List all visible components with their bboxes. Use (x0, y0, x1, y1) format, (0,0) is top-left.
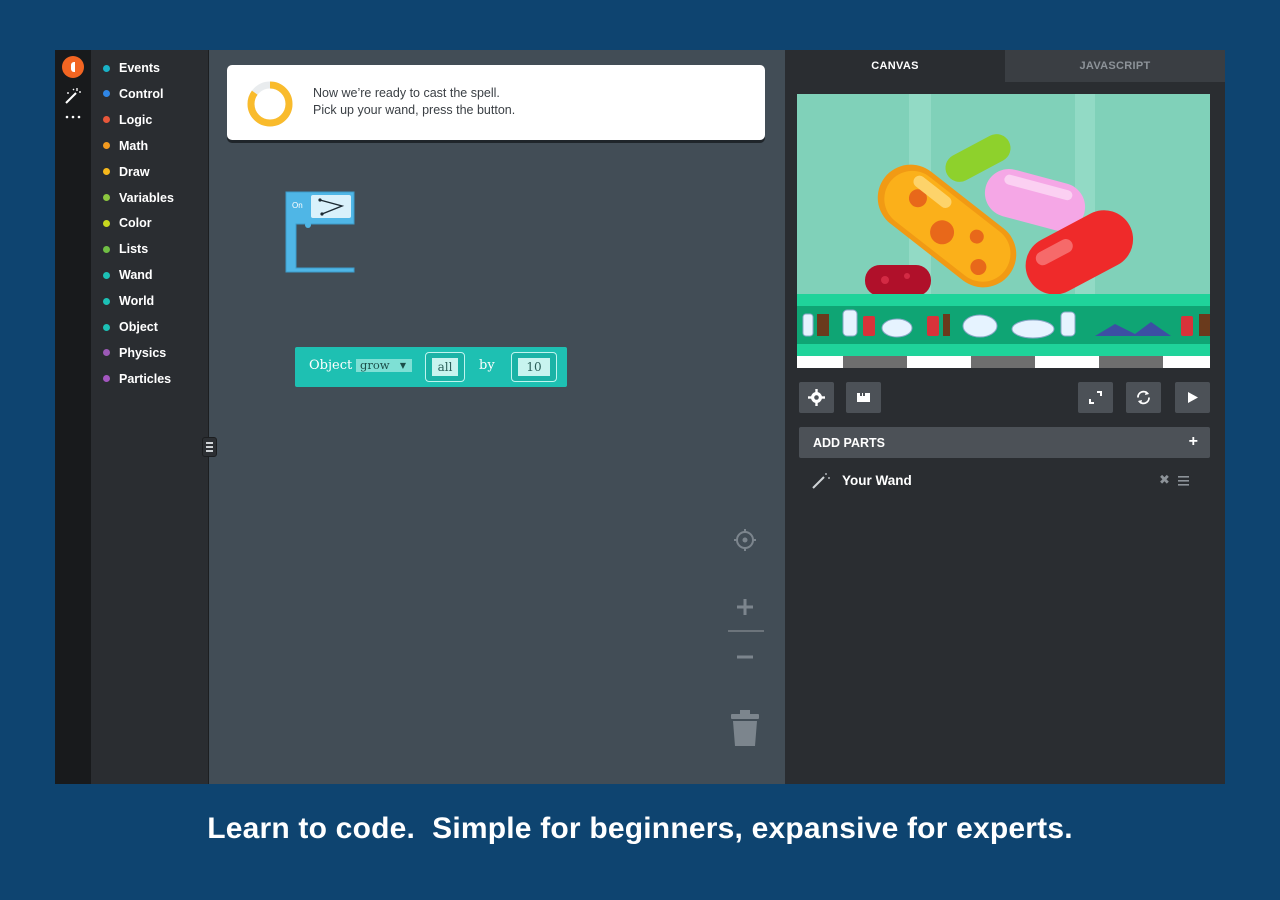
category-color-dot (103, 116, 110, 124)
add-parts-button[interactable]: ADD PARTS + (799, 427, 1210, 458)
object-block-label: Object (309, 358, 353, 373)
zoom-divider (728, 630, 764, 632)
zoom-out-icon[interactable] (736, 648, 754, 666)
part-item[interactable]: Your Wand ✖ (799, 468, 1210, 494)
hint-line-2: Pick up your wand, press the button. (313, 103, 516, 117)
progress-ring (247, 81, 293, 127)
category-world[interactable]: World (103, 291, 154, 311)
category-control[interactable]: Control (103, 84, 163, 104)
chevron-down-icon: ▼ (399, 361, 406, 370)
restart-button[interactable] (1126, 382, 1161, 413)
number-input[interactable]: 10 (511, 352, 557, 382)
play-icon (1188, 392, 1198, 403)
category-color-dot (103, 375, 110, 383)
category-label: Physics (119, 345, 167, 360)
category-color-dot (103, 168, 110, 176)
candy-scene (797, 94, 1210, 368)
category-color[interactable]: Color (103, 213, 152, 233)
category-variables[interactable]: Variables (103, 188, 174, 208)
fullscreen-icon (1089, 391, 1102, 404)
category-label: Events (119, 61, 160, 75)
category-logic[interactable]: Logic (103, 110, 152, 130)
category-draw[interactable]: Draw (103, 162, 150, 182)
category-label: Particles (119, 371, 172, 386)
wand-icon (812, 473, 830, 489)
play-button[interactable] (1175, 382, 1210, 413)
trash-icon[interactable] (730, 710, 760, 746)
category-math[interactable]: Math (103, 136, 148, 156)
category-color-dot (103, 219, 110, 227)
category-label: Control (119, 86, 164, 101)
category-label: Variables (119, 190, 174, 205)
category-label: Draw (119, 164, 150, 179)
category-events[interactable]: Events (103, 58, 160, 78)
number-value: 10 (518, 358, 550, 376)
game-canvas[interactable] (797, 94, 1210, 368)
editor-app: Events Control Logic Math Draw Variables Color… (55, 50, 1225, 784)
on-block-label: On (292, 201, 303, 210)
category-color-dot (103, 194, 110, 201)
category-label: Wand (119, 268, 153, 283)
category-color-dot (103, 349, 110, 357)
category-label: Lists (119, 242, 149, 257)
tab-canvas[interactable]: CANVAS (785, 50, 1005, 82)
category-color-dot (103, 323, 110, 331)
add-parts-label: ADD PARTS (813, 436, 885, 450)
category-physics[interactable]: Physics (103, 343, 166, 363)
icon-rail (55, 50, 91, 784)
remove-part-icon[interactable]: ✖ (1159, 472, 1170, 488)
by-label: by (479, 358, 495, 373)
grow-dropdown[interactable]: grow ▼ (356, 359, 412, 372)
category-color-dot (103, 64, 110, 72)
settings-button[interactable] (799, 382, 834, 413)
amount-value: all (432, 358, 458, 376)
more-icon[interactable] (64, 112, 82, 122)
category-panel: Events Control Logic Math Draw Variables Color… (91, 50, 209, 784)
category-color-dot (103, 142, 110, 150)
save-button[interactable] (846, 382, 881, 413)
hint-line-1: Now we’re ready to cast the spell. (313, 86, 500, 100)
output-pane: CANVAS JAVASCRIPT ADD PARTS + Your Wand … (785, 50, 1225, 784)
category-color-dot (103, 271, 110, 279)
category-label: Math (119, 138, 149, 153)
zoom-in-icon[interactable] (736, 598, 754, 616)
tab-javascript[interactable]: JAVASCRIPT (1005, 50, 1225, 82)
category-label: Color (119, 216, 152, 231)
plus-icon: + (1188, 433, 1198, 450)
grow-dropdown-value: grow (360, 358, 390, 372)
tagline: Learn to code. Simple for beginners, exp… (207, 812, 1073, 845)
wand-icon[interactable] (64, 87, 82, 105)
category-color-dot (103, 90, 110, 98)
category-label: Logic (119, 112, 153, 127)
save-icon (857, 393, 870, 402)
amount-input-all[interactable]: all (425, 352, 465, 382)
recenter-icon[interactable] (734, 529, 756, 551)
logo-icon[interactable] (62, 56, 84, 78)
restart-icon (1137, 390, 1150, 405)
fullscreen-button[interactable] (1078, 382, 1113, 413)
category-object[interactable]: Object (103, 317, 158, 337)
category-color-dot (103, 245, 110, 253)
category-label: Object (119, 320, 158, 334)
object-grow-block[interactable]: Object grow ▼ all by 10 (295, 347, 567, 387)
category-wand[interactable]: Wand (103, 265, 153, 285)
category-color-dot (103, 297, 110, 305)
category-label: World (119, 294, 155, 309)
panel-resize-handle[interactable] (202, 437, 217, 457)
category-particles[interactable]: Particles (103, 369, 171, 389)
settings-icon (808, 389, 825, 406)
part-name: Your Wand (842, 473, 912, 488)
hint-card: Now we’re ready to cast the spell. Pick … (227, 65, 765, 140)
category-lists[interactable]: Lists (103, 239, 148, 259)
drag-handle-icon[interactable] (1178, 476, 1189, 486)
